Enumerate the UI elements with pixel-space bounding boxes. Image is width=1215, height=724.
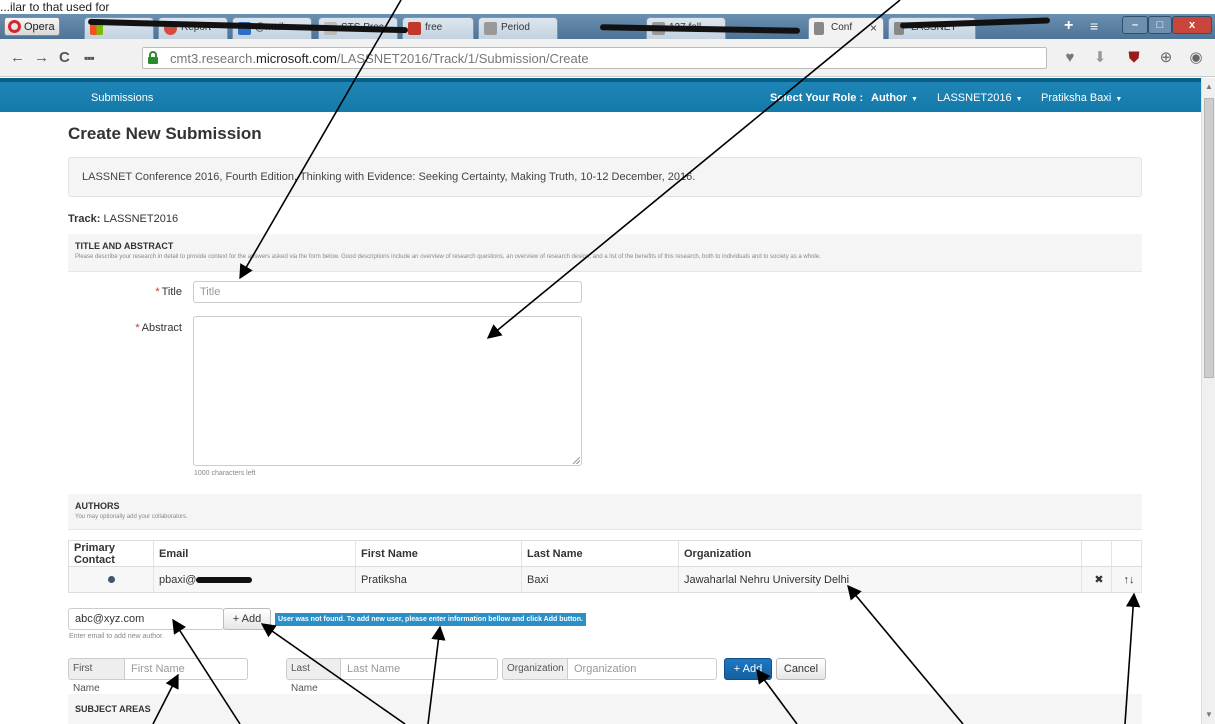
conference-info-text: LASSNET Conference 2016, Fourth Edition,… [82,171,696,183]
app-navbar: Submissions Select Your Role : Author ▼ L… [0,78,1201,112]
heart-icon[interactable]: ♥ [1060,48,1080,68]
lock-icon [148,51,158,64]
title-abstract-header: TITLE AND ABSTRACT Please describe your … [68,234,1142,272]
column-header: Email [153,540,356,567]
browser-tab[interactable]: Period [478,17,558,39]
caret-down-icon: ▼ [1115,96,1123,103]
browser-tab-active[interactable]: Conf × [808,17,884,39]
close-tab-icon[interactable]: × [870,18,877,38]
reorder-author-icon[interactable]: ↑↓ [1111,566,1142,593]
document-favicon-icon [814,22,824,35]
last-name-input[interactable] [340,658,498,680]
section-description: Please describe your research in detail … [75,254,821,260]
add-author-button[interactable]: + Add [223,608,271,630]
authors-table: Primary Contact Email First Name Last Na… [68,540,1142,593]
scroll-up-icon[interactable]: ▲ [1205,82,1213,91]
section-heading: TITLE AND ABSTRACT [75,241,174,251]
opera-label: Opera [24,20,55,33]
opera-menu-button[interactable]: Opera [4,17,60,36]
authors-header: AUTHORS You may optionally add your coll… [68,494,1142,530]
title-label: * Title [155,286,182,298]
caret-down-icon: ▼ [1015,96,1023,103]
browser-tab-bar: Opera Report @mail STS Proc free Period … [0,14,1215,39]
page-title: Create New Submission [68,124,262,143]
remove-author-icon[interactable]: ✖ [1081,566,1112,593]
last-name-cell: Baxi [521,566,679,593]
role-label: Select Your Role : [770,92,864,104]
caption-text: ...ilar to that used for [0,0,110,14]
column-header: Organization [678,540,1082,567]
first-name-input[interactable] [124,658,248,680]
author-email-input[interactable] [68,608,224,630]
conference-info-box: LASSNET Conference 2016, Fourth Edition,… [68,157,1142,197]
column-header: Primary Contact [68,540,154,567]
back-icon[interactable]: ← [10,49,25,67]
conference-dropdown[interactable]: LASSNET2016 ▼ [937,91,1023,107]
caption-strip: ...ilar to that used for [0,0,1215,14]
account-icon[interactable]: ◉ [1186,48,1206,68]
column-header: Last Name [521,540,679,567]
abstract-label: * Abstract [135,322,182,334]
title-input[interactable] [193,281,582,303]
role-dropdown[interactable]: Author ▼ [871,91,918,107]
last-name-addon: Last Name [286,658,341,694]
download-icon[interactable]: ⬇ [1090,48,1110,68]
section-description: You may optionally add your collaborator… [75,514,188,520]
browser-navigation-bar: ← → C ▪▪▪ cmt3.research.microsoft.com/LA… [0,39,1215,77]
organization-input[interactable] [567,658,717,680]
maximize-window-button[interactable]: □ [1148,16,1172,34]
add-new-author-button[interactable]: + Add [724,658,772,680]
table-header-row: Primary Contact Email First Name Last Na… [68,540,1142,567]
first-name-cell: Pratiksha [355,566,522,593]
subject-areas-header: SUBJECT AREAS [68,694,1142,724]
cancel-button[interactable]: Cancel [776,658,826,680]
resize-grip-icon[interactable] [573,457,580,464]
page-favicon-icon [484,22,497,35]
redaction-scribble [196,576,253,583]
first-name-addon: First Name [68,658,125,694]
forward-icon[interactable]: → [34,49,49,67]
url-text: cmt3.research.microsoft.com/LASSNET2016/… [170,51,589,66]
scrollbar-thumb[interactable] [1204,98,1214,378]
nav-submissions[interactable]: Submissions [91,91,153,105]
user-not-found-message: User was not found. To add new user, ple… [275,613,586,626]
ublock-icon[interactable]: ⛊ [1124,48,1144,68]
address-bar[interactable]: cmt3.research.microsoft.com/LASSNET2016/… [142,47,1047,69]
download-manager-icon[interactable]: ⊕ [1156,48,1176,68]
user-dropdown[interactable]: Pratiksha Baxi ▼ [1041,91,1122,107]
speed-dial-icon[interactable]: ▪▪▪ [84,49,95,67]
organization-addon: Organization [502,658,568,680]
browser-tab[interactable]: free [402,17,474,39]
section-heading: AUTHORS [75,501,120,511]
email-cell: pbaxi@ [153,566,356,593]
section-heading: SUBJECT AREAS [75,704,151,714]
caret-down-icon: ▼ [911,96,918,103]
minimize-window-button[interactable]: – [1122,16,1148,34]
reload-icon[interactable]: C [59,49,70,67]
close-window-button[interactable]: x [1172,16,1212,34]
tab-menu-icon[interactable]: ≡ [1090,15,1098,37]
table-row: pbaxi@ Pratiksha Baxi Jawaharlal Nehru U… [68,566,1142,593]
primary-contact-cell [68,566,154,593]
abstract-textarea[interactable] [193,316,582,466]
column-header: First Name [355,540,522,567]
opera-logo-icon [8,20,21,33]
organization-cell: Jawaharlal Nehru University Delhi [678,566,1082,593]
page-scrollbar[interactable]: ▲ ▼ [1201,78,1215,724]
characters-left: 1000 characters left [194,470,256,477]
track-info: Track: LASSNET2016 [68,213,179,225]
new-tab-icon[interactable]: + [1064,15,1073,37]
primary-contact-radio[interactable] [108,575,115,583]
scroll-down-icon[interactable]: ▼ [1205,710,1213,719]
email-hint: Enter email to add new author. [69,633,164,640]
free-favicon-icon [408,22,421,35]
